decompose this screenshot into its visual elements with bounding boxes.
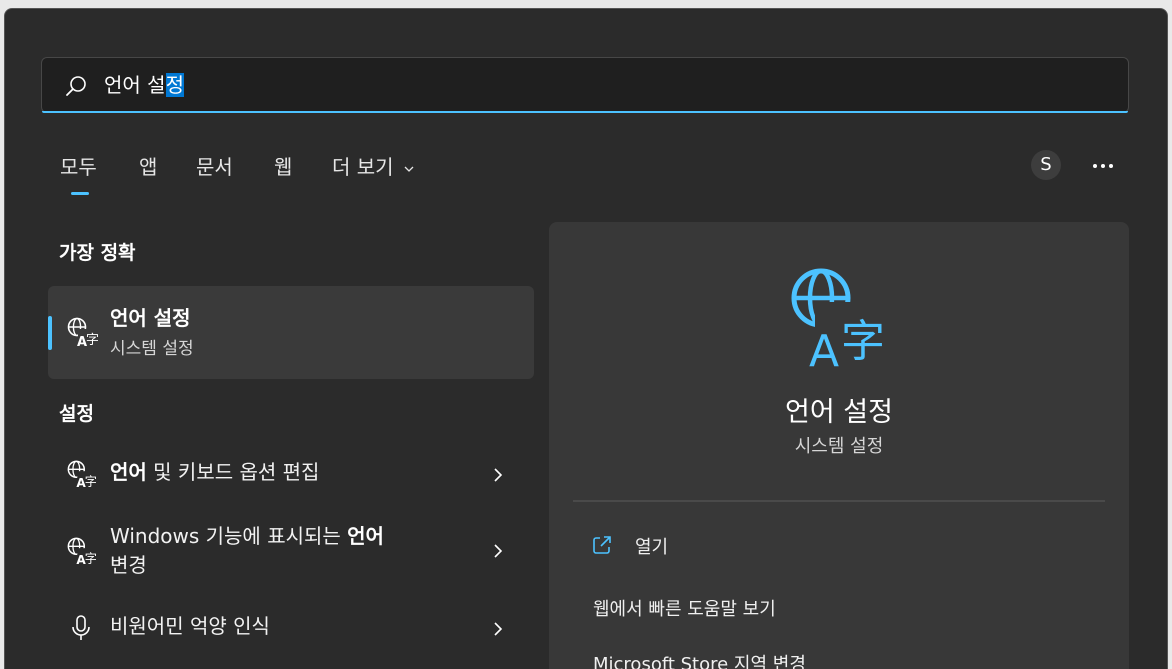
microphone-icon (72, 615, 90, 640)
tab-all-selected-indicator (71, 192, 89, 195)
best-match-item[interactable]: A 字 언어 설정 시스템 설정 (48, 286, 534, 379)
settings-result-item[interactable]: 비원어민 억양 인식 (48, 601, 534, 655)
preview-subtitle: 시스템 설정 (794, 436, 884, 457)
label-highlight: 언어 (110, 460, 147, 484)
label-rest: 및 키보드 옵션 편집 (146, 460, 320, 484)
divider (573, 500, 1105, 502)
best-match-title: 언어 설정 (110, 306, 191, 330)
settings-result-item[interactable]: A 字 Windows 기능에 표시되는 언어변경 (48, 518, 534, 582)
tab-apps[interactable]: 앱 (139, 151, 157, 183)
language-globe-icon: A 字 (67, 317, 98, 348)
svg-text:字: 字 (85, 550, 96, 565)
label-highlight: 언어 (347, 524, 384, 548)
best-match-subtitle: 시스템 설정 (110, 339, 194, 359)
settings-heading: 설정 (59, 403, 94, 425)
more-dot (1093, 164, 1097, 168)
label-prefix: Windows 기능에 표시되는 (110, 524, 348, 548)
web-help-action[interactable]: 웹에서 빠른 도움말 보기 (593, 595, 776, 621)
preview-pane: A 字 언어 설정 시스템 설정 열기 웹에서 빠른 도움말 보기 Micros… (549, 222, 1129, 669)
settings-result-label: 언어 및 키보드 옵션 편집 (110, 458, 319, 487)
search-window: 언어 설정 모두 앱 문서 웹 더 보기 S 가장 정확 A 字 언어 설정 시… (4, 8, 1168, 669)
tab-more-label: 더 보기 (332, 155, 394, 179)
open-external-icon (593, 536, 611, 554)
search-text-selected: 정 (165, 73, 184, 97)
more-dot (1109, 164, 1113, 168)
search-focus-underline (42, 111, 1128, 113)
svg-text:字: 字 (85, 473, 96, 488)
chevron-right-icon (494, 544, 503, 558)
svg-text:字: 字 (841, 316, 885, 367)
search-input[interactable]: 언어 설정 (104, 71, 184, 99)
label-line2: 변경 (110, 553, 147, 577)
account-avatar[interactable]: S (1031, 150, 1061, 180)
more-options-button[interactable] (1089, 151, 1117, 179)
preview-title: 언어 설정 (785, 397, 893, 428)
svg-text:A: A (809, 326, 839, 370)
language-globe-icon: A 字 (67, 537, 96, 566)
tab-all[interactable]: 모두 (60, 151, 97, 183)
tab-more[interactable]: 더 보기 (332, 151, 415, 183)
language-globe-icon: A 字 (67, 460, 96, 489)
tab-documents[interactable]: 문서 (196, 151, 233, 183)
language-globe-icon: A 字 (791, 268, 891, 370)
settings-result-label: 비원어민 억양 인식 (110, 614, 270, 638)
store-region-action[interactable]: Microsoft Store 지역 변경 (593, 650, 806, 669)
selection-accent (48, 316, 52, 350)
chevron-down-icon (404, 166, 414, 172)
settings-result-item[interactable]: A 字 언어 및 키보드 옵션 편집 (48, 447, 534, 501)
tab-web[interactable]: 웹 (274, 151, 292, 183)
chevron-right-icon (494, 468, 503, 482)
search-icon (66, 76, 86, 96)
svg-text:字: 字 (86, 333, 98, 348)
best-match-heading: 가장 정확 (59, 242, 136, 264)
open-action-label: 열기 (635, 537, 669, 558)
search-text-unselected: 언어 설 (104, 73, 166, 97)
settings-result-label: Windows 기능에 표시되는 언어변경 (110, 522, 384, 580)
more-dot (1101, 164, 1105, 168)
chevron-right-icon (494, 622, 503, 636)
search-box[interactable]: 언어 설정 (41, 57, 1129, 113)
